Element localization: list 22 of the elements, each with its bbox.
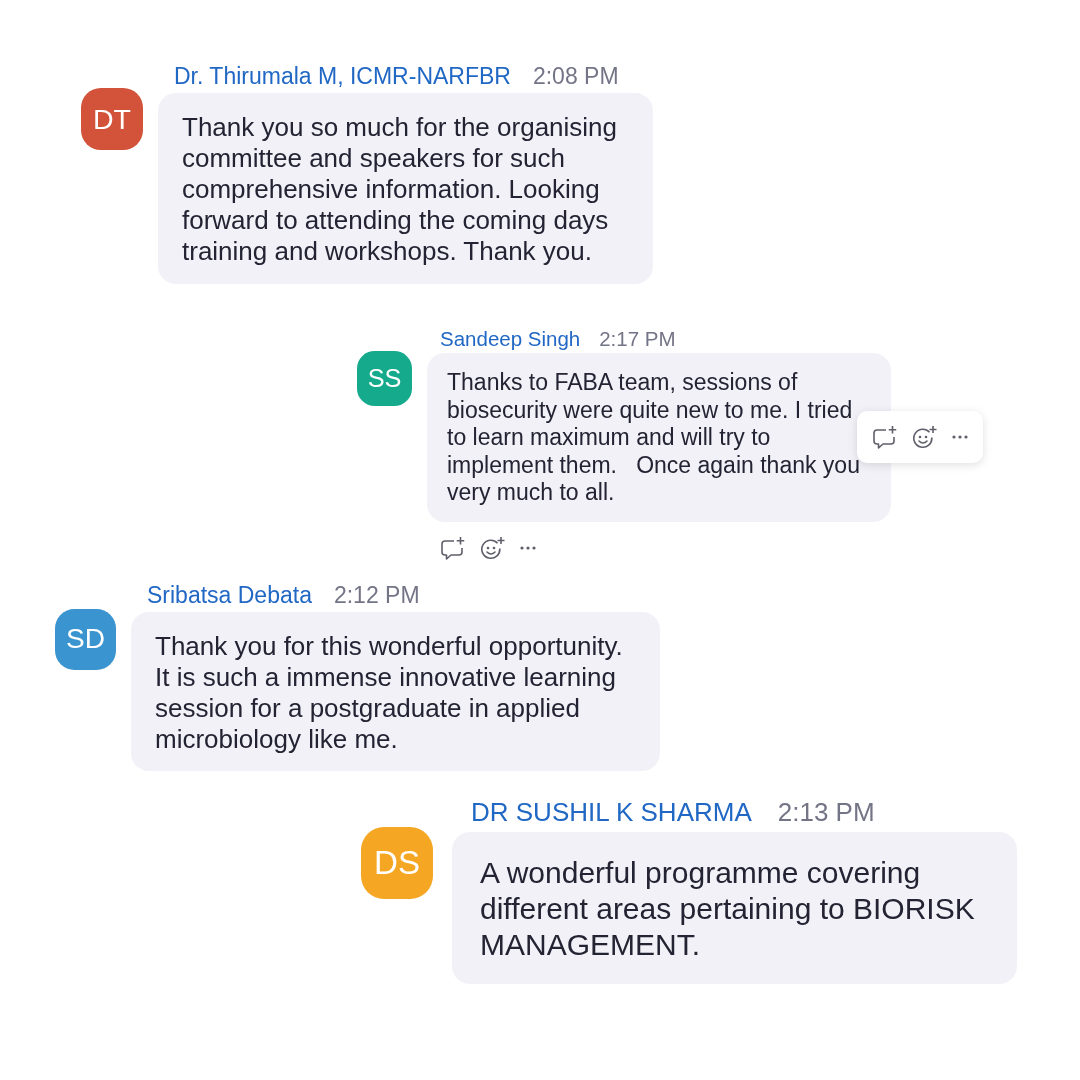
message-time: 2:08 PM	[532, 64, 619, 88]
message-time: 2:17 PM	[599, 326, 676, 350]
message-text: Thanks to FABA team, sessions of biosecurity were quite new to me. I tried to learn maximum and will try to implement them. Once again thank you very much to all.	[447, 369, 861, 507]
sender-name: DR SUSHIL K SHARMA	[471, 796, 752, 827]
message-text: Thank you so much for the organising committee and speakers for such comprehensive information. Looking forward to attending the coming days training and workshops. Thank you.	[182, 112, 619, 267]
avatar: DT	[81, 88, 143, 150]
message-time: 2:13 PM	[777, 796, 875, 827]
sender-name: Sandeep Singh	[440, 326, 581, 350]
speech-bubble-plus-icon[interactable]	[440, 535, 466, 560]
sender-name: Sribatsa Debata	[147, 583, 312, 608]
message-text: Thank you for this wonderful opportunity. It is such a immense innovative learning session for a postgraduate in applied microbiology like me.	[155, 630, 624, 755]
three-dots-icon[interactable]	[952, 435, 968, 439]
speech-bubble-plus-icon[interactable]	[872, 425, 898, 449]
three-dots-icon[interactable]	[520, 545, 536, 550]
smiley-plus-icon[interactable]	[480, 535, 506, 560]
message-text: A wonderful programme covering different areas pertaining to BIORISK MANAGEMENT.	[480, 854, 976, 963]
message-time: 2:12 PM	[333, 583, 420, 608]
avatar: DS	[361, 826, 433, 899]
sender-name: Dr. Thirumala M, ICMR-NARFBR	[174, 64, 511, 88]
avatar: SD	[55, 608, 116, 670]
avatar: SS	[357, 351, 412, 406]
smiley-plus-icon[interactable]	[912, 425, 938, 449]
